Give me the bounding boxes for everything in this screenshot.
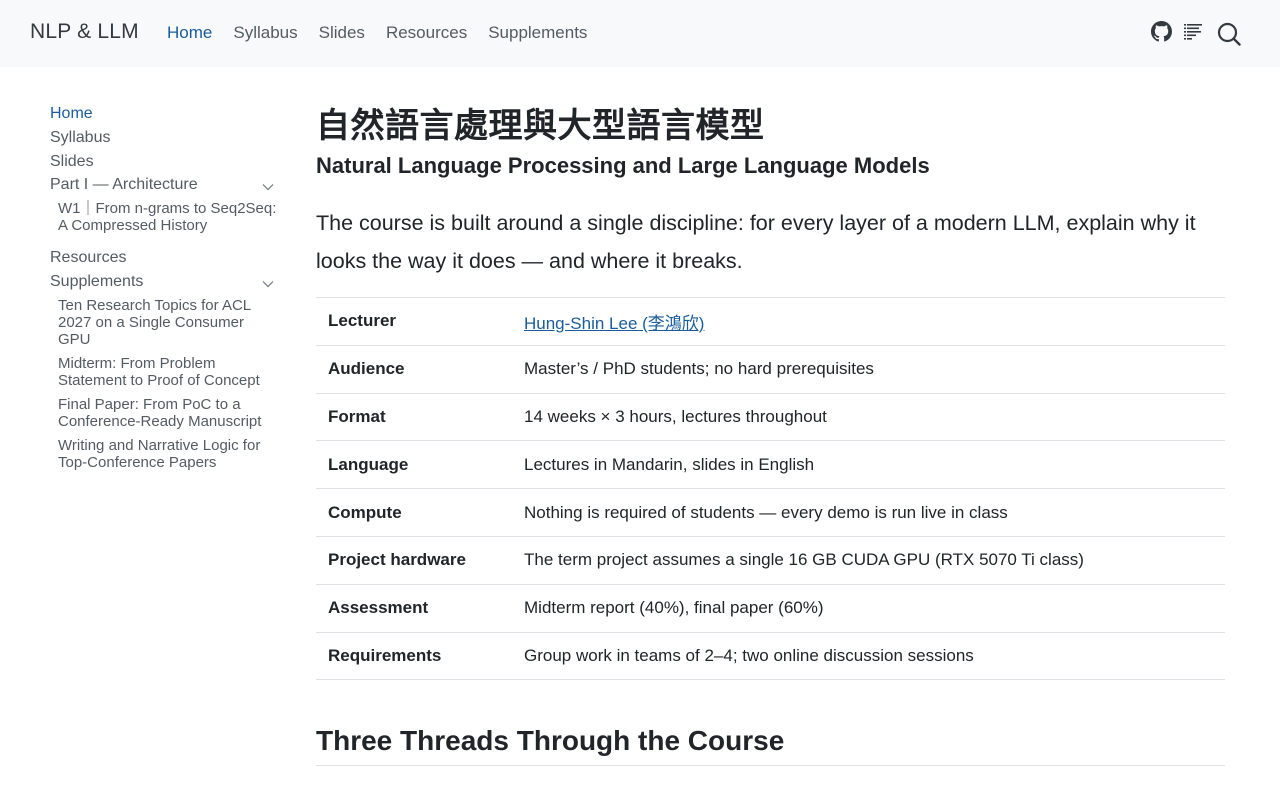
sidebar-item-part1[interactable]: Part I — Architecture [50,174,278,198]
sidebar-item-slides[interactable]: Slides [50,151,278,175]
row-key: Language [328,454,409,474]
main-content: 自然語言處理與大型語言模型 Natural Language Processin… [316,98,1225,767]
github-icon[interactable] [1151,21,1172,42]
row-value: 14 weeks × 3 hours, lectures throughout [524,406,827,426]
page-title: 自然語言處理與大型語言模型 [316,106,765,146]
section-heading: Three Threads Through the Course [316,725,1225,767]
nav-slides[interactable]: Slides [319,23,365,43]
top-nav: Home Syllabus Slides Resources Supplemen… [167,23,587,43]
nav-syllabus[interactable]: Syllabus [233,23,297,43]
row-value: Nothing is required of students — every … [524,502,1008,522]
search-icon[interactable] [1217,22,1241,46]
row-key: Lecturer [328,311,397,331]
row-value: The term project assumes a single 16 GB … [524,550,1084,570]
sidebar: Home Syllabus Slides Part I — Architectu… [50,103,278,471]
table-row: Language Lectures in Mandarin, slides in… [316,441,1225,489]
row-key: Requirements [328,645,442,665]
supplements-submenu: Ten Research Topics for ACL 2027 on a Si… [50,297,278,471]
lecturer-link[interactable]: Hung-Shin Lee (李鴻欣) [524,314,704,333]
row-value: Master’s / PhD students; no hard prerequ… [524,359,874,379]
top-navbar: NLP & LLM Home Syllabus Slides Resources… [0,0,1280,67]
row-value: Group work in teams of 2–4; two online d… [524,645,974,665]
sidebar-subitem-midterm[interactable]: Midterm: From Problem Statement to Proof… [58,355,278,389]
row-value: Lectures in Mandarin, slides in English [524,454,815,474]
toc-icon[interactable] [1184,23,1202,41]
course-info-table: Lecturer Hung-Shin Lee (李鴻欣) Audience Ma… [316,297,1225,680]
nav-resources[interactable]: Resources [386,23,467,43]
table-row: Assessment Midterm report (40%), final p… [316,584,1225,633]
sidebar-item-supplements[interactable]: Supplements [50,271,278,295]
table-row: Format 14 weeks × 3 hours, lectures thro… [316,393,1225,441]
table-row: Lecturer Hung-Shin Lee (李鴻欣) [316,298,1225,346]
part1-submenu: W1｜From n-grams to Seq2Seq: A Compressed… [50,200,278,234]
sidebar-item-resources[interactable]: Resources [50,247,278,271]
table-row: Project hardware The term project assume… [316,536,1225,585]
table-row: Audience Master’s / PhD students; no har… [316,345,1225,394]
sidebar-subitem-w1[interactable]: W1｜From n-grams to Seq2Seq: A Compressed… [58,200,278,234]
chevron-down-icon[interactable] [262,178,274,199]
sidebar-item-label: Part I — Architecture [50,176,198,194]
sidebar-subitem-writing[interactable]: Writing and Narrative Logic for Top-Conf… [58,437,278,471]
site-brand[interactable]: NLP & LLM [30,20,139,44]
row-key: Assessment [328,598,429,618]
lead-paragraph: The course is built around a single disc… [316,211,1196,273]
sidebar-item-home[interactable]: Home [50,103,278,127]
sidebar-item-label: Supplements [50,272,144,290]
sidebar-subitem-final-paper[interactable]: Final Paper: From PoC to a Conference-Re… [58,396,278,430]
table-row: Requirements Group work in teams of 2–4;… [316,632,1225,680]
row-key: Audience [328,359,405,379]
nav-home[interactable]: Home [167,23,212,43]
page-subtitle: Natural Language Processing and Large La… [316,153,930,178]
sidebar-subitem-research-topics[interactable]: Ten Research Topics for ACL 2027 on a Si… [58,297,278,348]
row-value: Midterm report (40%), final paper (60%) [524,598,824,618]
table-row: Compute Nothing is required of students … [316,489,1225,537]
row-key: Compute [328,502,402,522]
sidebar-item-syllabus[interactable]: Syllabus [50,127,278,151]
row-key: Format [328,406,386,426]
nav-supplements[interactable]: Supplements [488,23,587,43]
row-key: Project hardware [328,550,466,570]
chevron-down-icon[interactable] [262,275,274,296]
